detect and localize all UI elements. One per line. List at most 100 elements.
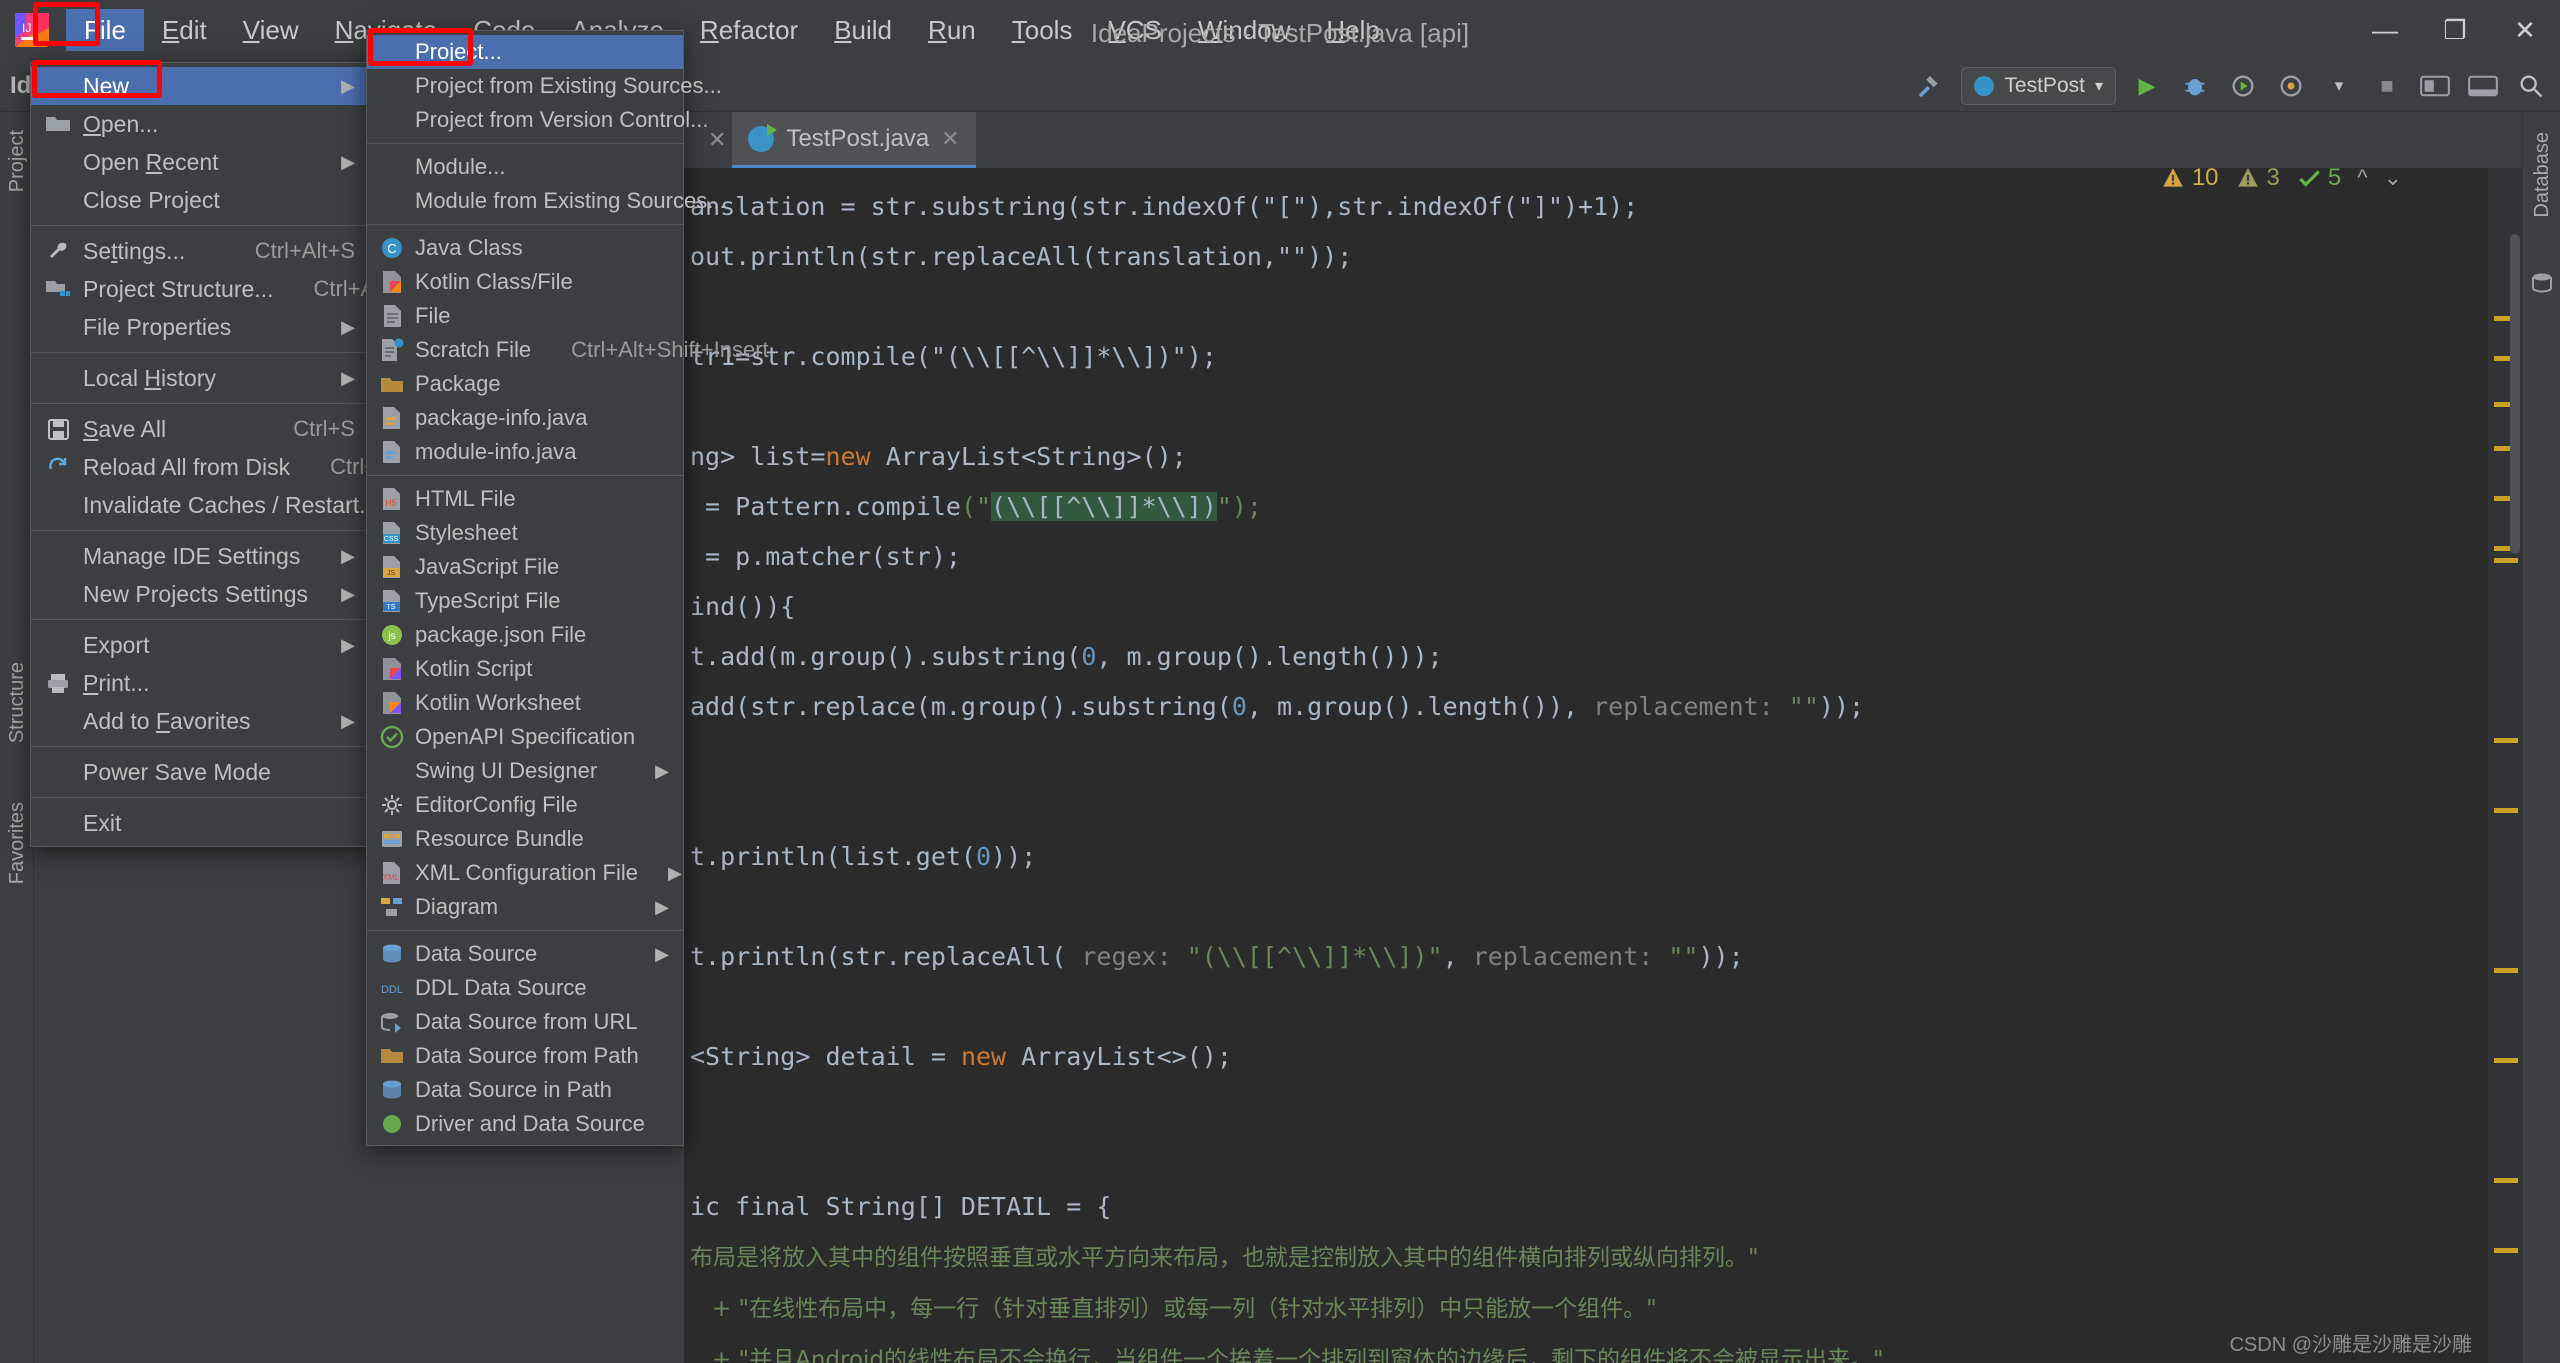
data-source-path-icon <box>377 1043 407 1069</box>
editor-tab-testpost[interactable]: TestPost.java ✕ <box>732 112 976 168</box>
menu-item-javascript-file[interactable]: JS JavaScript File <box>367 550 683 584</box>
menu-item-kotlin-script[interactable]: Kotlin Script <box>367 652 683 686</box>
menubar-item-build[interactable]: Build <box>816 9 910 51</box>
profile-icon[interactable] <box>2274 69 2308 103</box>
updates-icon[interactable] <box>2418 69 2452 103</box>
file-menu-popup[interactable]: New ▶ Open... Open Recent ▶ Close Project Sett… <box>30 62 471 847</box>
menu-separator <box>31 746 369 747</box>
new-submenu-popup[interactable]: Project... Project from Existing Sources.… <box>366 30 769 1146</box>
menu-item-file[interactable]: File <box>367 299 683 333</box>
editor-scrollbar-thumb[interactable] <box>2510 234 2520 554</box>
close-button[interactable]: ✕ <box>2490 0 2560 60</box>
left-tool-strip[interactable]: Project Structure Favorites <box>0 112 34 1363</box>
menu-item-local-history[interactable]: Local History ▶ <box>31 359 369 397</box>
menu-item-kotlin-class-file[interactable]: Kotlin Class/File <box>367 265 683 299</box>
search-icon[interactable] <box>2514 69 2548 103</box>
menu-item-power-save-mode[interactable]: Power Save Mode <box>31 753 369 791</box>
tool-window-structure[interactable]: Structure <box>0 652 34 753</box>
toolbar-right-group[interactable]: TestPost ▾ ▶ ▾ ■ <box>1913 60 2548 112</box>
editor-tab-bar[interactable]: ✕ TestPost.java ✕ <box>684 112 2522 168</box>
chevron-down-icon[interactable]: ▾ <box>2322 69 2356 103</box>
menu-item-print[interactable]: Print... <box>31 664 369 702</box>
menu-item-java-class[interactable]: C Java Class <box>367 231 683 265</box>
code-content[interactable]: anslation = str.substring(str.indexOf("[… <box>684 168 2522 1363</box>
menu-item-close-project[interactable]: Close Project <box>31 181 369 219</box>
menu-item-kotlin-worksheet[interactable]: Kotlin Worksheet <box>367 686 683 720</box>
menu-item-data-source[interactable]: Data Source ▶ <box>367 937 683 971</box>
menu-separator <box>31 530 369 531</box>
submenu-arrow-icon: ▶ <box>341 710 355 731</box>
menu-item-openapi-specification[interactable]: OpenAPI Specification <box>367 720 683 754</box>
menu-item-label: Export <box>83 631 150 658</box>
menu-item-package[interactable]: Package <box>367 367 683 401</box>
menu-item-editorconfig-file[interactable]: EditorConfig File <box>367 788 683 822</box>
run-coverage-icon[interactable] <box>2226 69 2260 103</box>
menu-item-package-json-file[interactable]: js package.json File <box>367 618 683 652</box>
menubar-item-view[interactable]: View <box>225 9 317 51</box>
right-tool-strip[interactable]: Database <box>2522 112 2560 1363</box>
menu-item-project-structure[interactable]: Project Structure...Ctrl+Alt+Shift+S <box>31 270 471 308</box>
menu-icon-placeholder <box>377 758 407 784</box>
menu-item-new-projects-settings[interactable]: New Projects Settings ▶ <box>31 575 369 613</box>
layout-icon[interactable] <box>2466 69 2500 103</box>
tool-window-database[interactable]: Database <box>2525 122 2559 228</box>
build-hammer-icon[interactable] <box>1913 69 1947 103</box>
stop-icon[interactable]: ■ <box>2370 69 2404 103</box>
menu-item-file-properties[interactable]: File Properties ▶ <box>31 308 369 346</box>
marker-stripe[interactable] <box>2488 168 2522 1363</box>
menu-item-module-info-java[interactable]: module-info.java <box>367 435 683 469</box>
menu-item-swing-ui-designer[interactable]: Swing UI Designer ▶ <box>367 754 683 788</box>
menu-item-package-info-java[interactable]: package-info.java <box>367 401 683 435</box>
menu-item-add-to-favorites[interactable]: Add to Favorites ▶ <box>31 702 369 740</box>
menu-item-ddl-data-source[interactable]: DDL DDL Data Source <box>367 971 683 1005</box>
submenu-arrow-icon: ▶ <box>341 367 355 388</box>
menu-item-typescript-file[interactable]: TS TypeScript File <box>367 584 683 618</box>
menu-item-driver-and-data-source[interactable]: Driver and Data Source <box>367 1107 683 1141</box>
menu-item-data-source-in-path[interactable]: Data Source in Path <box>367 1073 683 1107</box>
maximize-button[interactable]: ❐ <box>2420 0 2490 60</box>
menu-item-xml-configuration-file[interactable]: XML XML Configuration File ▶ <box>367 856 683 890</box>
menu-item-project-from-version-control[interactable]: Project from Version Control... <box>367 103 708 137</box>
menu-item-export[interactable]: Export ▶ <box>31 626 369 664</box>
menu-item-resource-bundle[interactable]: Resource Bundle <box>367 822 683 856</box>
menu-item-stylesheet[interactable]: CSS Stylesheet <box>367 516 683 550</box>
menu-item-open-recent[interactable]: Open Recent ▶ <box>31 143 369 181</box>
menu-item-data-source-from-path[interactable]: Data Source from Path <box>367 1039 683 1073</box>
menubar-item-file[interactable]: File <box>66 9 144 51</box>
menu-item-label: module-info.java <box>415 439 577 464</box>
menu-item-exit[interactable]: Exit <box>31 804 369 842</box>
run-icon[interactable]: ▶ <box>2130 69 2164 103</box>
menu-item-reload-all-from-disk[interactable]: Reload All from DiskCtrl+Alt+Y <box>31 448 430 486</box>
menu-item-project-from-existing-sources[interactable]: Project from Existing Sources... <box>367 69 722 103</box>
menubar-item-tools[interactable]: Tools <box>994 9 1091 51</box>
menu-item-invalidate-caches-restart[interactable]: Invalidate Caches / Restart... <box>31 486 378 524</box>
menu-item-diagram[interactable]: Diagram ▶ <box>367 890 683 924</box>
menu-item-project[interactable]: Project... <box>367 35 683 69</box>
menu-item-new[interactable]: New ▶ <box>31 67 369 105</box>
menu-item-label: Project from Existing Sources... <box>415 73 722 98</box>
menu-item-label: Resource Bundle <box>415 826 584 851</box>
menu-item-settings[interactable]: Settings... Ctrl+Alt+S <box>31 232 369 270</box>
menubar-item-edit[interactable]: Edit <box>144 9 225 51</box>
menu-item-save-all[interactable]: Save All Ctrl+S <box>31 410 369 448</box>
database-icon[interactable] <box>2530 272 2554 294</box>
menu-item-module-from-existing-sources[interactable]: Module from Existing Sources... <box>367 184 726 218</box>
diagram-icon <box>377 894 407 920</box>
menubar-item-run[interactable]: Run <box>910 9 994 51</box>
menu-item-manage-ide-settings[interactable]: Manage IDE Settings ▶ <box>31 537 369 575</box>
menu-item-module[interactable]: Module... <box>367 150 683 184</box>
run-configuration-selector[interactable]: TestPost ▾ <box>1961 67 2116 105</box>
menu-item-shortcut: Ctrl+Alt+Shift+Insert <box>571 337 769 362</box>
minimize-button[interactable]: — <box>2350 0 2420 60</box>
debug-icon[interactable] <box>2178 69 2212 103</box>
tool-window-project[interactable]: Project <box>0 120 34 202</box>
menu-item-open[interactable]: Open... <box>31 105 369 143</box>
close-icon[interactable]: ✕ <box>941 126 959 152</box>
menu-item-html-file[interactable]: H5 HTML File <box>367 482 683 516</box>
menubar-item-refactor[interactable]: Refactor <box>682 9 816 51</box>
menu-item-data-source-from-url[interactable]: Data Source from URL <box>367 1005 683 1039</box>
window-controls[interactable]: — ❐ ✕ <box>2350 0 2560 60</box>
menu-item-scratch-file[interactable]: Scratch File Ctrl+Alt+Shift+Insert <box>367 333 769 367</box>
tool-window-favorites[interactable]: Favorites <box>0 792 34 894</box>
menu-item-label: File Properties <box>83 313 232 340</box>
